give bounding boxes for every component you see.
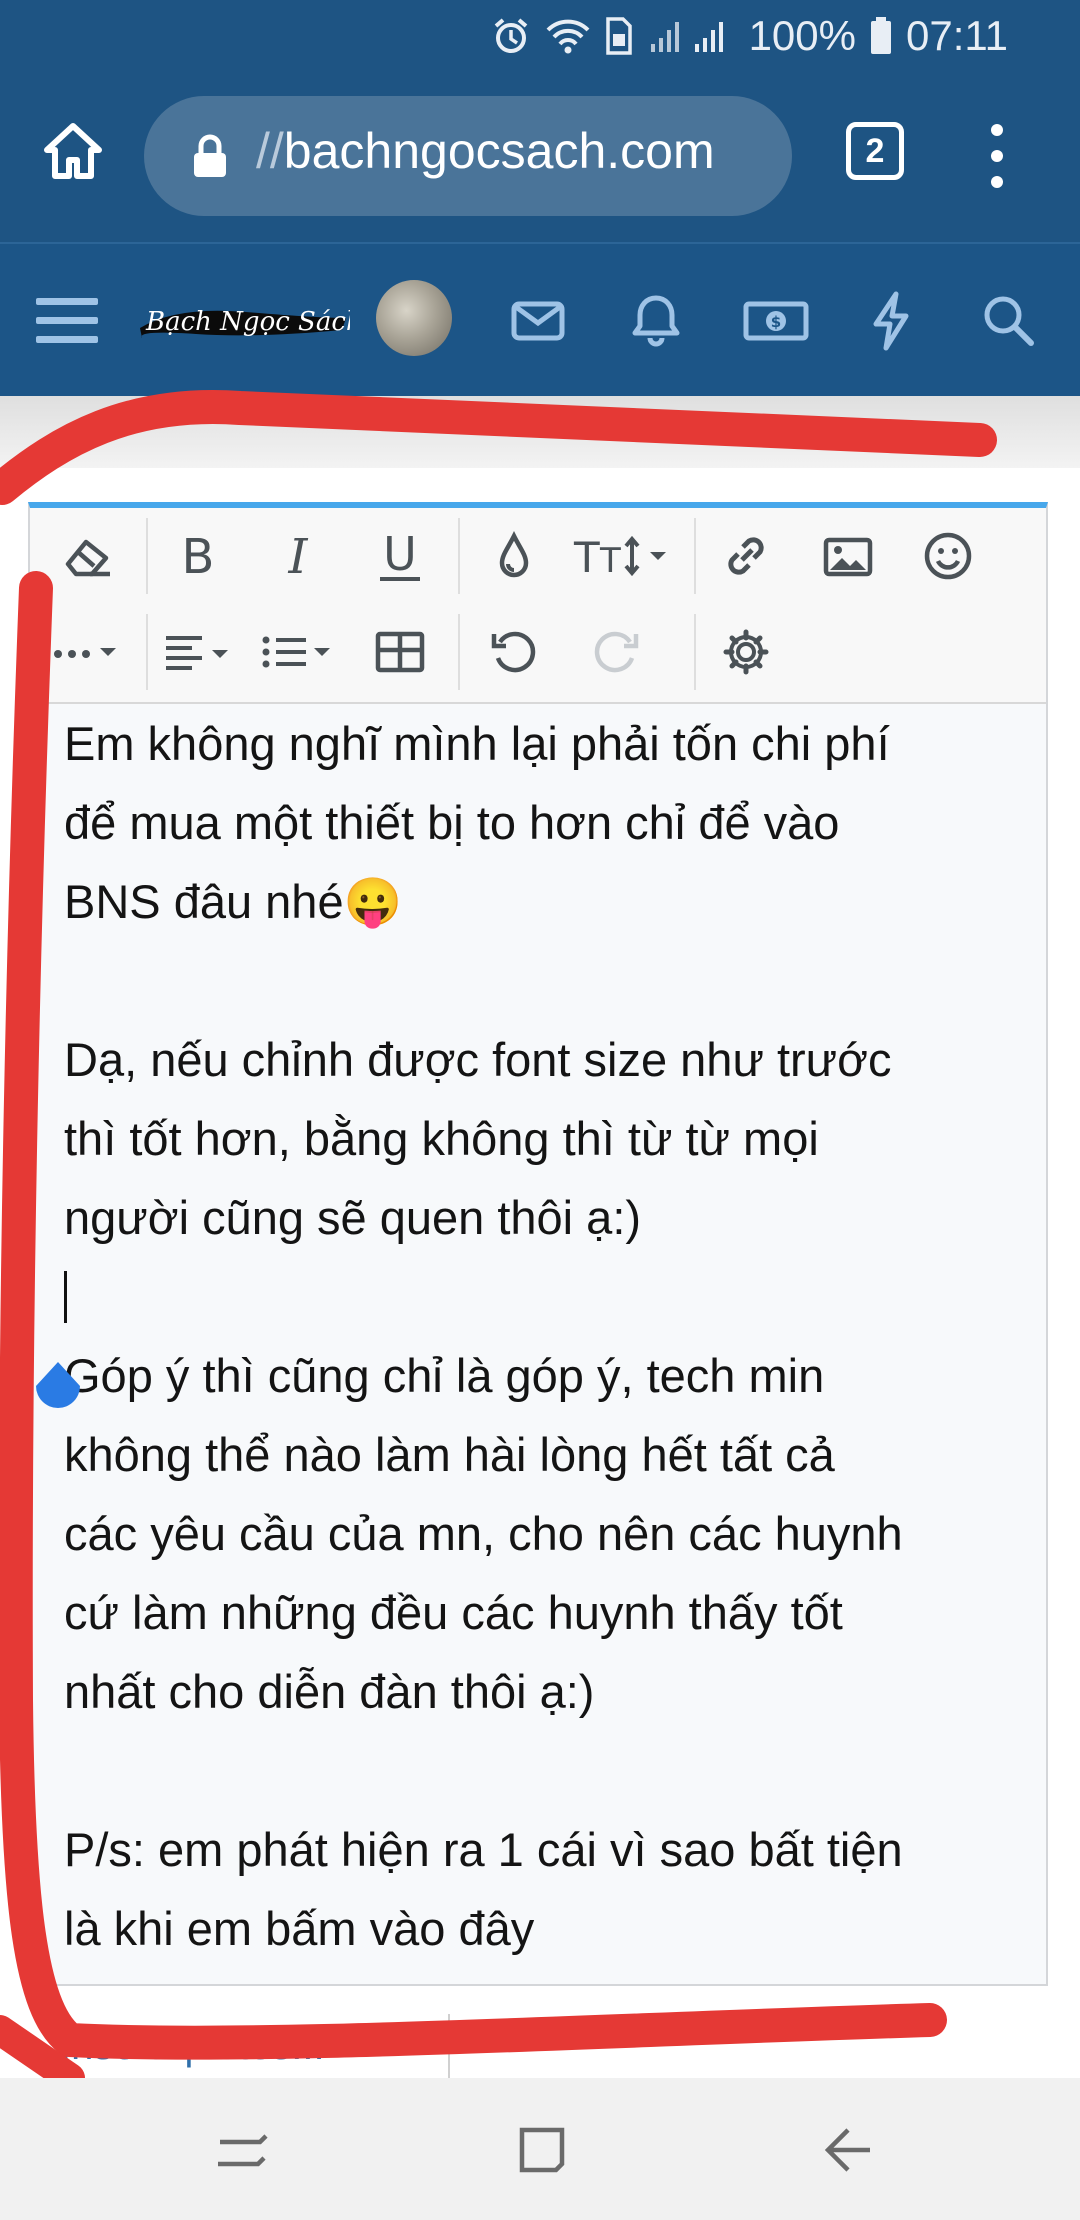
text-line: không thể nào làm hài lòng hết tất cả: [64, 1428, 835, 1481]
blank-line: [64, 1257, 1024, 1336]
row-separator: [448, 2014, 450, 2078]
battery-icon: [870, 16, 892, 56]
eraser-icon[interactable]: [46, 514, 130, 598]
undo-icon[interactable]: [472, 610, 556, 694]
text-line: để mua một thiết bị to hơn chỉ để vào: [64, 796, 840, 849]
underline-icon[interactable]: U: [358, 514, 442, 598]
inbox-icon[interactable]: [502, 284, 574, 356]
redo-icon[interactable]: [574, 610, 658, 694]
text-line: Góp ý thì cũng chỉ là góp ý, tech min: [64, 1349, 825, 1402]
settings-gear-icon[interactable]: [704, 610, 788, 694]
hamburger-menu-icon[interactable]: [34, 284, 106, 356]
more-options-dropdown-icon[interactable]: [46, 610, 136, 694]
home-square-icon[interactable]: [512, 2120, 572, 2180]
svg-text:B: B: [182, 529, 215, 584]
cursor-handle[interactable]: [34, 1360, 84, 1414]
toolbar-row-2: [30, 604, 1046, 700]
text-line: các yêu cầu của mn, cho nên các huynh: [64, 1507, 903, 1560]
text-line: nhất cho diễn đàn thôi ạ:): [64, 1665, 595, 1718]
bold-icon[interactable]: B: [156, 514, 240, 598]
reply-area: B I U TT Em không nghĩ mình lại phải tốn…: [0, 468, 1080, 2078]
image-icon[interactable]: [806, 514, 890, 598]
toolbar-separator: [458, 518, 460, 594]
text-cursor: [64, 1271, 67, 1323]
text-line: P/s: em phát hiện ra 1 cái vì sao bất ti…: [64, 1823, 903, 1876]
back-arrow-icon[interactable]: [818, 2120, 878, 2180]
clock: 07:11: [906, 12, 1008, 59]
url-text: //bachngocsach.com: [256, 123, 715, 179]
toolbar-separator: [146, 614, 148, 690]
text-line: thì tốt hơn, bằng không thì từ từ mọi: [64, 1112, 819, 1165]
text-line: BNS đâu nhé😛: [64, 875, 403, 928]
lightning-icon[interactable]: [856, 284, 928, 356]
toolbar-separator: [694, 614, 696, 690]
text-line: cứ làm những đều các huynh thấy tốt: [64, 1586, 843, 1639]
link-icon[interactable]: [704, 514, 788, 598]
lock-icon: [192, 134, 228, 178]
svg-text:T: T: [599, 541, 621, 581]
svg-text:T: T: [573, 533, 600, 582]
site-navigation: Bạch Ngọc Sách $: [0, 244, 1080, 396]
list-dropdown-icon[interactable]: [256, 610, 356, 694]
smiley-icon[interactable]: [906, 514, 990, 598]
money-icon[interactable]: $: [740, 284, 812, 356]
status-bar: 100% 07:11: [0, 0, 1080, 72]
italic-icon[interactable]: I: [256, 514, 340, 598]
align-dropdown-icon[interactable]: [156, 610, 256, 694]
table-icon[interactable]: [358, 610, 442, 694]
user-avatar[interactable]: [376, 280, 452, 356]
signal-icon: [647, 16, 735, 56]
rich-text-editor[interactable]: B I U TT Em không nghĩ mình lại phải tốn…: [28, 502, 1048, 1986]
screen: 100% 07:11 //bachngocsach.com 2 Bạch Ngọ…: [0, 0, 1080, 2220]
svg-text:U: U: [383, 528, 417, 581]
search-icon[interactable]: [972, 284, 1044, 356]
insert-quotes-link[interactable]: Insert quotes...: [60, 2024, 325, 2069]
toolbar-separator: [458, 614, 460, 690]
font-size-dropdown-icon[interactable]: TT: [570, 514, 680, 598]
text-color-icon[interactable]: [472, 514, 556, 598]
battery-level: 100%: [748, 12, 856, 59]
browser-toolbar: //bachngocsach.com 2: [0, 72, 1080, 242]
text-line: Dạ, nếu chỉnh được font size như trước: [64, 1033, 892, 1086]
text-line: người cũng sẽ quen thôi ạ:): [64, 1191, 642, 1244]
tab-switcher-button[interactable]: 2: [846, 122, 904, 180]
alarm-icon: [491, 16, 531, 56]
text-line: là khi em bấm vào đây: [64, 1902, 535, 1955]
sim-icon: [605, 16, 633, 56]
logo-text: Bạch Ngọc Sách: [145, 307, 350, 337]
system-nav-bar: [0, 2078, 1080, 2220]
svg-text:$: $: [771, 313, 781, 331]
svg-text:I: I: [288, 529, 309, 584]
text-line: Em không nghĩ mình lại phải tốn chi phí: [64, 717, 890, 770]
toolbar-separator: [146, 518, 148, 594]
tongue-emoji: 😛: [343, 875, 403, 928]
wifi-icon: [545, 16, 591, 56]
bell-icon[interactable]: [620, 284, 692, 356]
address-bar[interactable]: //bachngocsach.com: [144, 96, 792, 216]
page-header-strip: [0, 396, 1080, 468]
recent-apps-icon[interactable]: [212, 2120, 272, 2180]
editor-text[interactable]: Em không nghĩ mình lại phải tốn chi phí …: [64, 704, 1024, 1968]
toolbar-row-1: B I U TT: [30, 508, 1046, 604]
editor-toolbar: B I U TT: [30, 508, 1046, 704]
site-logo[interactable]: Bạch Ngọc Sách: [136, 288, 363, 350]
toolbar-separator: [694, 518, 696, 594]
more-options-icon[interactable]: [982, 116, 1012, 196]
home-icon[interactable]: [40, 118, 106, 184]
